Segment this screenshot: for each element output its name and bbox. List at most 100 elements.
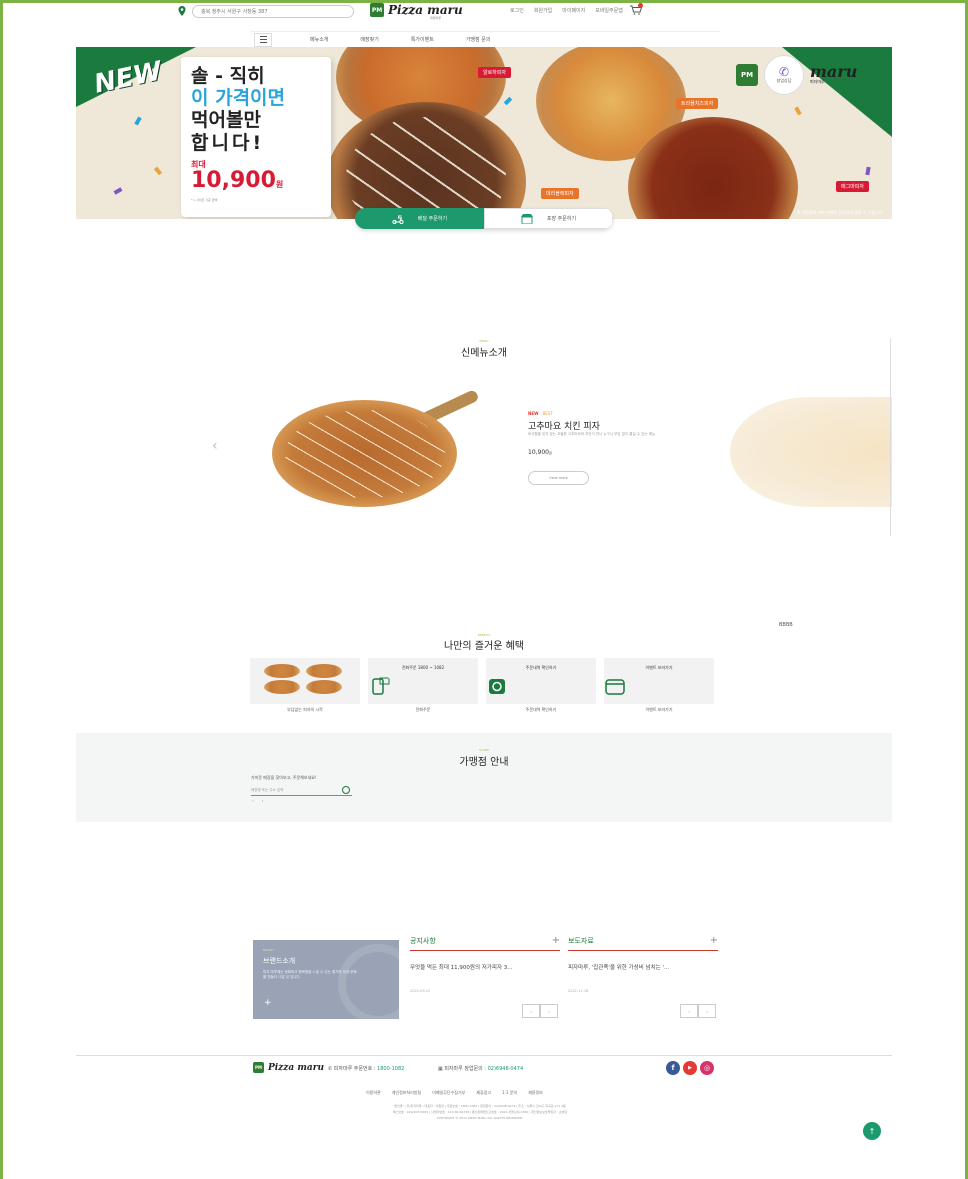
new-menu-title: 신메뉴소개 <box>461 348 507 359</box>
benefit-card-pizza[interactable] <box>250 658 360 704</box>
press-next-button[interactable]: › <box>698 1004 716 1018</box>
nav-item-events[interactable]: 특가이벤트 <box>411 36 434 43</box>
brand-more-button[interactable]: + <box>264 998 272 1008</box>
logo-subtext: 피자마루 <box>430 16 442 20</box>
sns-links: f ▶ ◎ <box>666 1061 714 1075</box>
mayo-drizzle <box>285 410 445 498</box>
promo-price: 10,900원 <box>191 168 284 193</box>
press-more-button[interactable]: + <box>710 936 718 946</box>
next-menu-pizza-image[interactable] <box>730 397 892 507</box>
pizza-thumbnail <box>264 664 300 678</box>
store-eyebrow: STORE <box>478 748 490 752</box>
instagram-icon[interactable]: ◎ <box>700 1061 714 1075</box>
view-more-button[interactable]: View more <box>528 471 589 485</box>
notice-date: 2022-09-22 <box>410 989 431 993</box>
benefit-card-order-history[interactable]: 주문내역 확인하기 <box>486 658 596 704</box>
promo-line3: 먹어볼만 <box>191 109 261 131</box>
menu-price: 10,900원 <box>528 449 552 456</box>
notices-prev-button[interactable]: ‹ <box>522 1004 540 1018</box>
pickup-order-label: 포장 주문하기 <box>546 216 577 222</box>
footer-link[interactable]: 개인정보처리방침 <box>392 1090 421 1096</box>
benefit-caption: 이벤트 보러가기 <box>645 707 673 712</box>
footer-franchise-phone: ▦ 피자마루 창업문의 : 02)6948-0474 <box>438 1066 524 1072</box>
benefit-card-header: 주문내역 확인하기 <box>525 665 557 670</box>
search-icon[interactable] <box>342 786 350 794</box>
pizza-thumbnail <box>306 664 342 678</box>
phone-icon: ✆ <box>778 65 790 79</box>
order-history-icon <box>489 679 505 694</box>
notice-item[interactable]: 무엇을 먹든 최대 11,900원의 저가피자 3... <box>410 963 560 971</box>
phone-order-icon <box>372 677 390 695</box>
consult-badge[interactable]: ✆ 창업상담 <box>764 55 804 95</box>
copyright: COPYRIGHT © 2013 PIZZA MARU ALL RIGHTS R… <box>436 1116 524 1120</box>
footer-logo-mark: PM <box>253 1062 264 1073</box>
press-prev-button[interactable]: ‹ <box>680 1004 698 1018</box>
store-search-input[interactable]: 매장명 또는 주소 입력 <box>251 787 352 796</box>
confetti <box>503 96 513 106</box>
benefit-caption: 부담없는 피자의 시작 <box>287 707 323 712</box>
nav-item-franchise[interactable]: 가맹점 문의 <box>466 36 491 43</box>
location-search-input[interactable]: 충북 청주시 서원구 사창동 387 <box>192 5 354 18</box>
confetti <box>153 166 163 176</box>
notices-title: 공지사항 <box>410 937 436 945</box>
benefit-card-events[interactable]: 이벤트 보러가기 <box>604 658 714 704</box>
hamburger-menu-icon[interactable] <box>254 32 272 47</box>
brand-decoration <box>338 944 418 1024</box>
press-title: 보도자료 <box>568 937 594 945</box>
banner-brand-logo: PM ✆ 창업상담 maru 피자마루 <box>736 55 886 95</box>
footer-links: 이용약관 개인정보처리방침 이메일무단수집거부 제휴광고 1:1 문의 채용정보 <box>366 1090 543 1096</box>
nav-item-menu[interactable]: 메뉴소개 <box>310 36 328 43</box>
nav-items: 메뉴소개 매장찾기 특가이벤트 가맹점 문의 <box>310 36 490 43</box>
site-logo[interactable]: PM Pizza maru 피자마루 <box>370 3 463 20</box>
footer-logo[interactable]: PM Pizza maru <box>253 1062 324 1073</box>
scooter-icon <box>392 215 404 224</box>
carousel-prev-button[interactable]: ‹ <box>212 438 218 454</box>
youtube-icon[interactable]: ▶ <box>683 1061 697 1075</box>
scroll-to-top-button[interactable]: ↑ <box>863 1122 881 1140</box>
footer-divider <box>76 1055 892 1056</box>
footer-link[interactable]: 1:1 문의 <box>502 1090 517 1096</box>
hero-banner[interactable]: NEW 솔 - 직히 이 가격이면 먹어볼만 합니다! 최대 10,900원 *… <box>76 47 892 219</box>
confetti <box>113 187 123 195</box>
store-prev-button[interactable]: ‹ <box>252 798 254 803</box>
banner-brand-text: maru 피자마루 <box>810 62 858 85</box>
delivery-order-label: 배달 주문하기 <box>417 216 448 222</box>
signup-link[interactable]: 회원가입 <box>534 7 552 14</box>
logo-mark: PM <box>370 3 384 17</box>
menu-badges: NEW BEST <box>528 411 553 416</box>
notices-next-button[interactable]: › <box>540 1004 558 1018</box>
footer-link[interactable]: 채용정보 <box>528 1090 543 1096</box>
footer-logo-text: Pizza maru <box>268 1062 325 1073</box>
pizza-label: 데리블랙피자 <box>541 188 579 199</box>
mobile-app-link[interactable]: 모바일주문앱 <box>595 7 623 14</box>
pickup-order-button[interactable]: 포장 주문하기 <box>484 208 613 229</box>
store-next-button[interactable]: › <box>262 798 264 803</box>
press-item[interactable]: 피자마루, '집관족'을 위한 가성비 넘치는 '... <box>568 963 718 971</box>
logo-text: Pizza maru <box>388 3 463 17</box>
section-edge-line <box>890 338 891 536</box>
delivery-order-button[interactable]: 배달 주문하기 <box>355 208 484 229</box>
menu-description: 바삭함을 잊지 않는 꼬들한 고추마요와 치킨이 만나 누구나 부담 없이 즐길… <box>528 432 656 436</box>
footer-link[interactable]: 이메일무단수집거부 <box>432 1090 465 1096</box>
main-nav: 메뉴소개 매장찾기 특가이벤트 가맹점 문의 <box>250 31 720 47</box>
confetti <box>865 166 871 176</box>
footer-link[interactable]: 제휴광고 <box>476 1090 491 1096</box>
footer-order-phone: ✆ 피자마루 주문번호 : 1800-1082 <box>328 1066 405 1072</box>
pizza-thumbnail <box>306 680 342 694</box>
mypage-link[interactable]: 마이페이지 <box>562 7 585 14</box>
nav-item-store-finder[interactable]: 매장찾기 <box>360 36 378 43</box>
footer-link[interactable]: 이용약관 <box>366 1090 381 1096</box>
new-menu-eyebrow: MENU <box>479 339 489 343</box>
badge-new: NEW <box>528 411 539 416</box>
press-header: 보도자료 + <box>568 936 718 951</box>
benefit-card-phone[interactable]: 전화주문 1800 ~ 1082 <box>368 658 478 704</box>
benefit-card-header: 전화주문 1800 ~ 1082 <box>401 665 445 670</box>
scroll-badge: BBBB <box>779 622 793 628</box>
store-pager: ‹ › <box>252 798 263 803</box>
facebook-icon[interactable]: f <box>666 1061 680 1075</box>
notices-more-button[interactable]: + <box>552 936 560 946</box>
store-icon <box>520 213 533 224</box>
benefits-title: 나만의 즐거운 혜택 <box>444 641 524 652</box>
pizza-thumbnail <box>264 680 300 694</box>
login-link[interactable]: 로그인 <box>510 7 524 14</box>
